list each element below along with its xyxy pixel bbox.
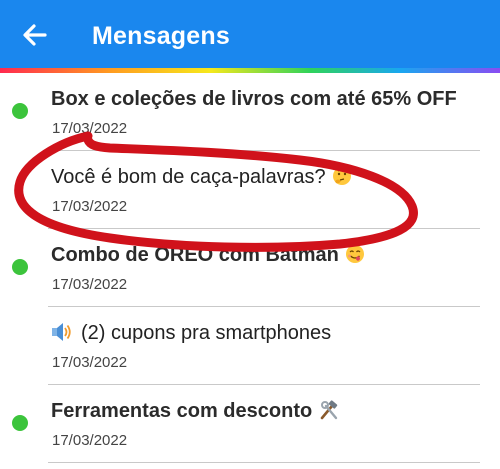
message-date: 17/03/2022	[52, 354, 128, 371]
back-button[interactable]	[20, 20, 50, 50]
arrow-left-icon	[23, 24, 47, 46]
message-date: 17/03/2022	[52, 276, 128, 293]
message-item-oreo[interactable]: Combo de OREO com Batman 17/03/2022	[0, 229, 500, 307]
thinking-face-icon	[332, 166, 352, 192]
message-title: (2) cupons pra smartphones	[51, 322, 331, 348]
app-header: Mensagens	[0, 0, 500, 68]
unread-indicator	[12, 415, 28, 431]
face-savoring-food-icon	[345, 244, 365, 270]
page-title: Mensagens	[92, 22, 230, 50]
unread-indicator	[12, 259, 28, 275]
message-title: Ferramentas com desconto	[51, 400, 340, 426]
message-list: Box e coleções de livros com até 65% OFF…	[0, 73, 500, 463]
speaker-icon	[51, 322, 73, 348]
unread-indicator	[12, 103, 28, 119]
divider	[48, 462, 480, 463]
hammer-and-wrench-icon	[318, 400, 340, 426]
message-date: 17/03/2022	[52, 120, 128, 137]
message-item-cupons[interactable]: (2) cupons pra smartphones 17/03/2022	[0, 307, 500, 385]
message-item-ferramentas[interactable]: Ferramentas com desconto 17/03/2022	[0, 385, 500, 463]
messages-screen: Mensagens Box e coleções de livros com a…	[0, 0, 500, 469]
message-date: 17/03/2022	[52, 432, 128, 449]
message-title: Box e coleções de livros com até 65% OFF	[51, 88, 457, 110]
message-item-livros[interactable]: Box e coleções de livros com até 65% OFF…	[0, 73, 500, 151]
message-item-caca-palavras[interactable]: Você é bom de caça-palavras? 17/03/2022	[0, 151, 500, 229]
message-title: Você é bom de caça-palavras?	[51, 166, 352, 192]
message-title: Combo de OREO com Batman	[51, 244, 365, 270]
message-date: 17/03/2022	[52, 198, 128, 215]
